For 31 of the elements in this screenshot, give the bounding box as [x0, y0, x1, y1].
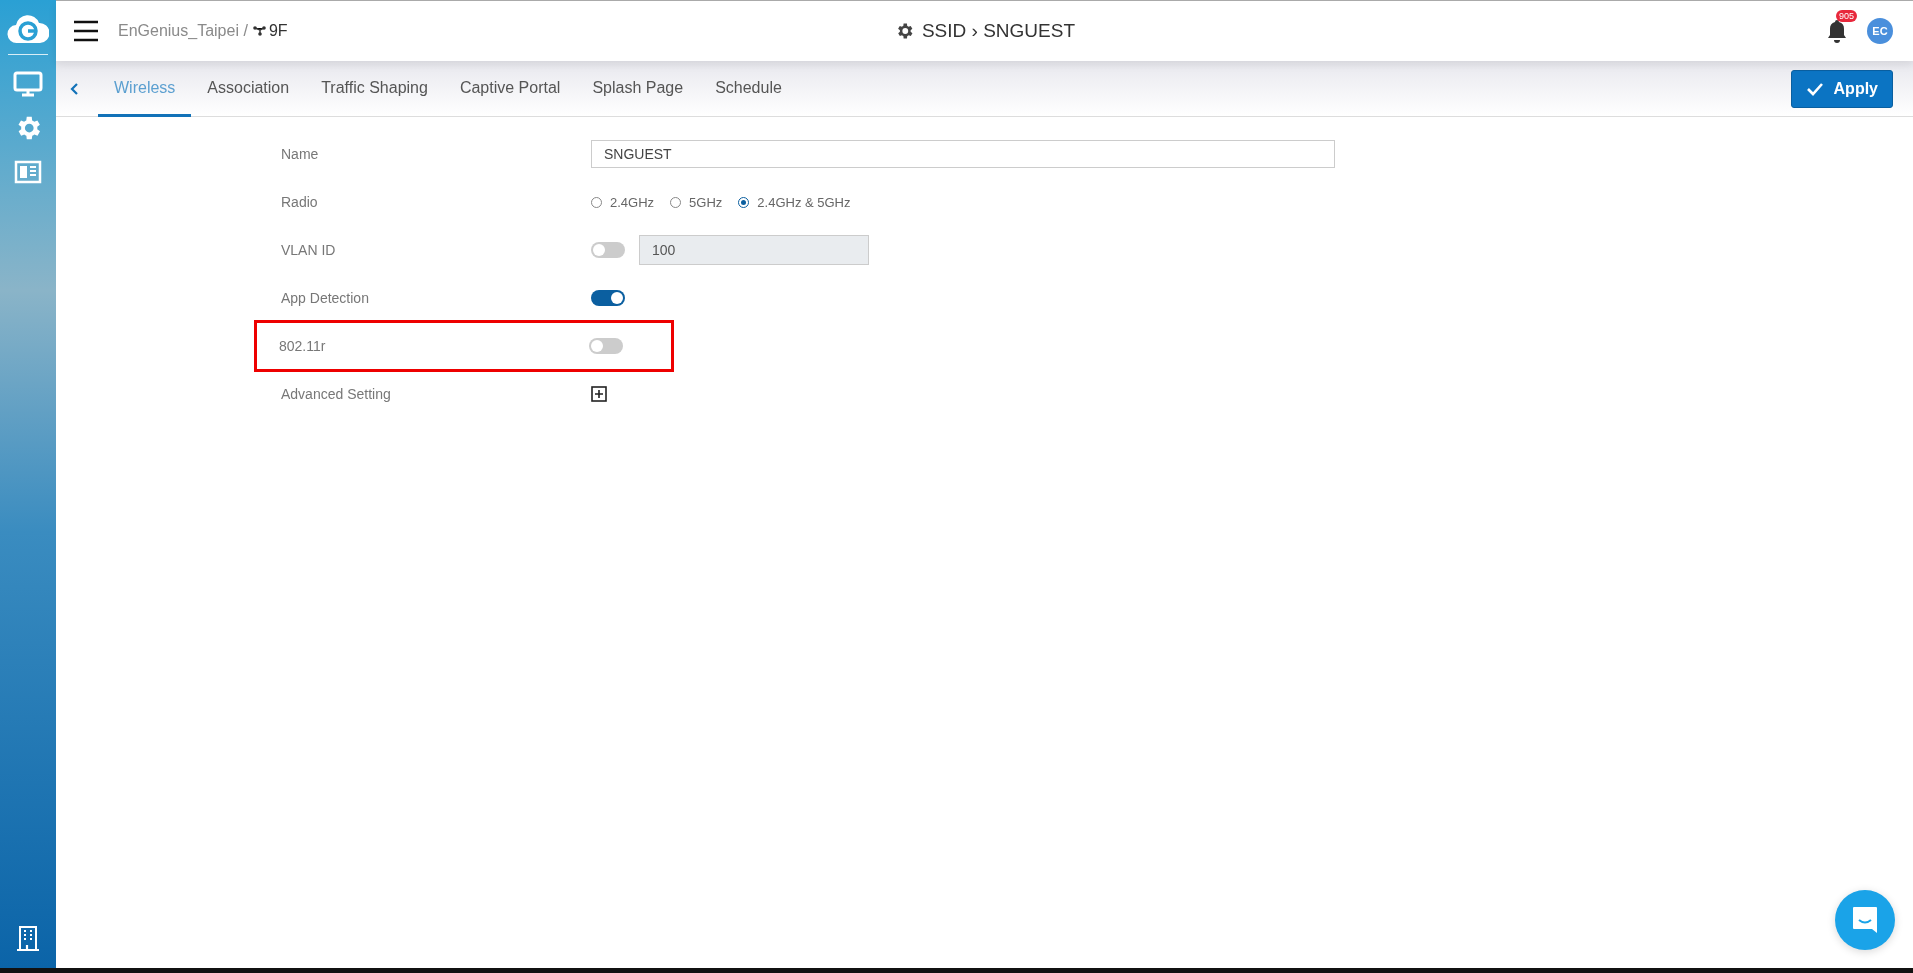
field-label: 802.11r — [279, 338, 327, 354]
field-label: Advanced Setting — [281, 386, 392, 402]
tab[interactable]: Splash Page — [576, 61, 700, 117]
menu-icon[interactable] — [72, 19, 100, 43]
tab[interactable]: Association — [191, 61, 306, 117]
notification-count-badge: 905 — [1836, 10, 1858, 22]
chat-bubble-icon — [1851, 905, 1879, 935]
network-icon — [252, 26, 266, 36]
tab[interactable]: Traffic Shaping — [305, 61, 444, 117]
field-label: App Detection — [281, 290, 370, 306]
radio-option[interactable]: 2.4GHz — [591, 194, 655, 210]
toggle-switch[interactable] — [591, 290, 625, 306]
floor-breadcrumb[interactable]: 9F — [268, 22, 288, 40]
radio-option[interactable]: 5GHz — [670, 194, 723, 210]
monitor-icon[interactable] — [13, 69, 43, 99]
toggle-switch[interactable] — [589, 338, 623, 354]
chat-button[interactable] — [1835, 890, 1895, 950]
name-input-field[interactable]: SNGUEST — [591, 140, 1335, 168]
field-label: Radio — [281, 194, 319, 210]
user-avatar[interactable]: EC — [1867, 18, 1893, 44]
tab[interactable]: Schedule — [699, 61, 798, 117]
radio-option[interactable]: 2.4GHz & 5GHz — [738, 194, 851, 210]
plus-box-icon[interactable] — [591, 386, 607, 402]
field-label: Name — [281, 146, 320, 162]
org-breadcrumb[interactable]: EnGenius_Taipei / — [118, 22, 248, 40]
toggle-switch[interactable] — [591, 242, 625, 258]
page-title: SSID › SNGUEST — [921, 20, 1076, 42]
field-label: VLAN ID — [281, 242, 337, 258]
tab[interactable]: Captive Portal — [443, 61, 577, 117]
notification-bell-icon[interactable] — [1825, 18, 1849, 44]
apply-button[interactable]: Apply — [1790, 69, 1893, 108]
